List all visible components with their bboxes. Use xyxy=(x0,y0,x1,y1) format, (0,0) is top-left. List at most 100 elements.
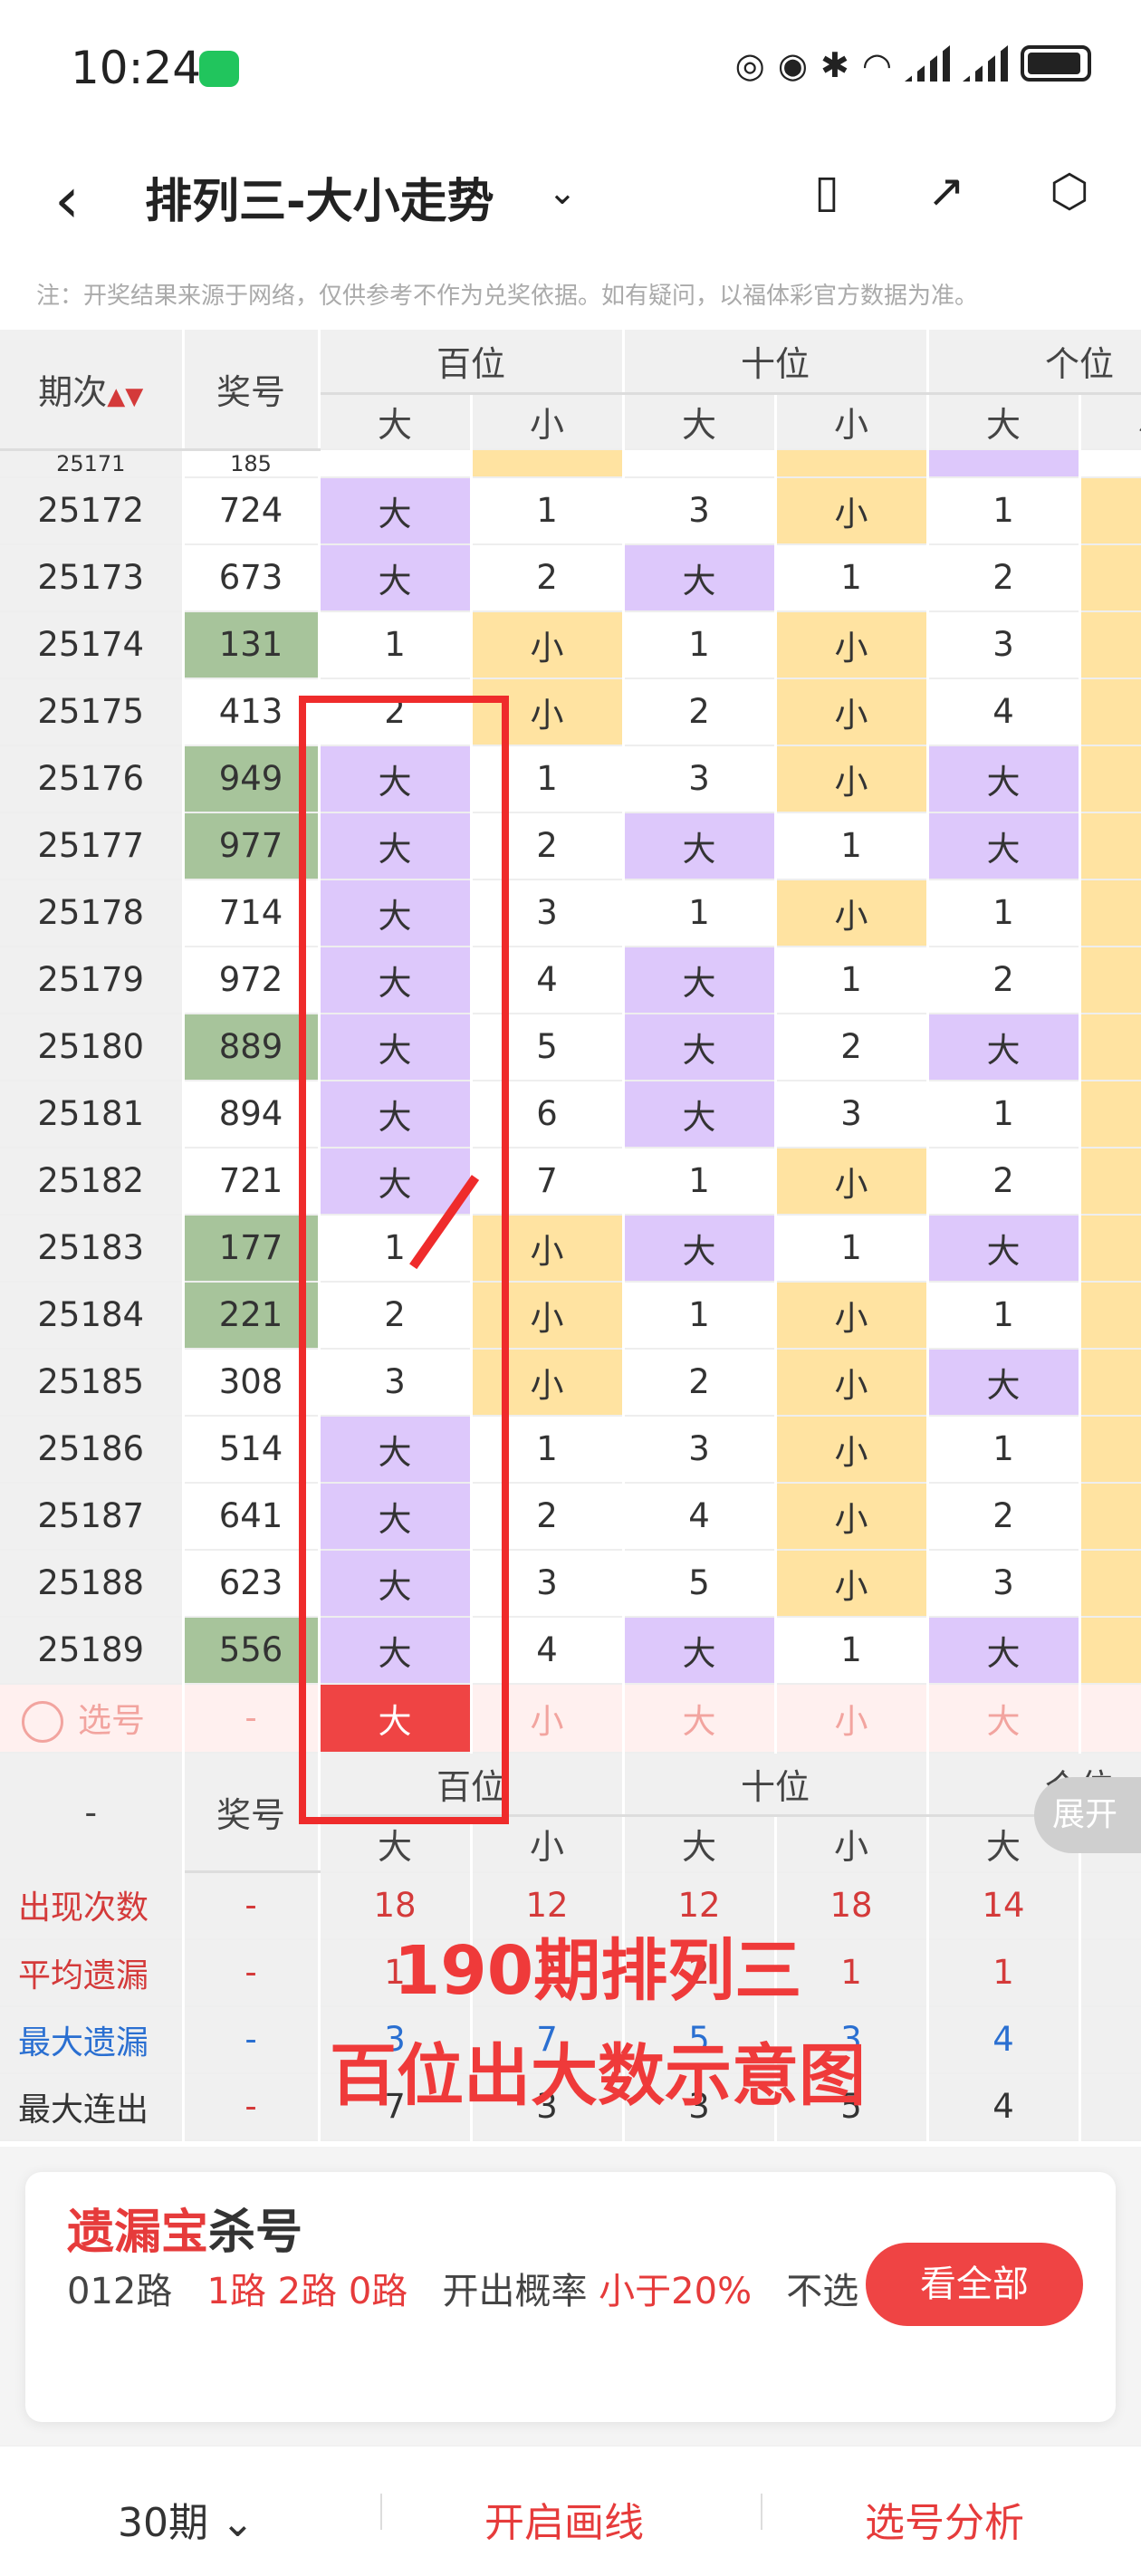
page-title[interactable]: 排列三-大小走势 xyxy=(145,163,494,231)
stat-value xyxy=(1079,1871,1141,1940)
share-icon[interactable]: ↗ xyxy=(920,165,973,217)
issue-cell: 25176 xyxy=(0,745,185,813)
draw-lines-button[interactable]: 开启画线 xyxy=(484,2490,644,2548)
number-cell: 673 xyxy=(183,543,321,612)
cell xyxy=(319,449,473,478)
chevron-down-icon[interactable]: ⌄ xyxy=(548,172,577,212)
trend-cell: 1 xyxy=(623,610,777,679)
trend-cell xyxy=(1079,476,1141,545)
trend-cell: 1 xyxy=(927,879,1081,947)
table-row: 25178 714 大 3 1 小 1 xyxy=(0,879,1141,947)
trend-cell: 大 xyxy=(927,1348,1081,1417)
trend-cell: 1 xyxy=(623,1147,777,1216)
trend-cell: 4 xyxy=(927,678,1081,746)
issue-header[interactable]: 期次▲▼ xyxy=(0,330,185,451)
cell xyxy=(623,449,777,478)
stat-label: 平均遗漏 xyxy=(0,1938,185,2007)
trend-cell: 1 xyxy=(471,476,625,545)
select-label[interactable]: 选号 xyxy=(78,1701,145,1740)
select-cell[interactable]: 选号 xyxy=(0,1683,185,1754)
period-selector[interactable]: 30期 ⌄ xyxy=(118,2490,254,2548)
trend-cell xyxy=(1079,879,1141,947)
battery-icon xyxy=(1021,45,1091,82)
bottom-bar: 30期 ⌄ 开启画线 选号分析 xyxy=(0,2446,1141,2576)
table-row: 25174 131 1 小 1 小 3 xyxy=(0,610,1141,679)
tens-header: 十位 xyxy=(623,330,929,395)
cell xyxy=(927,449,1081,478)
trend-cell: 2 xyxy=(927,946,1081,1014)
stat-label: 最大遗漏 xyxy=(0,2005,185,2074)
table-row: 25179 972 大 4 大 1 2 xyxy=(0,946,1141,1014)
trend-cell: 小 xyxy=(775,610,929,679)
trend-cell: 2 xyxy=(471,543,625,612)
trend-cell: 小 xyxy=(775,879,929,947)
table-row: 25173 673 大 2 大 1 2 xyxy=(0,543,1141,612)
cell xyxy=(775,449,929,478)
issue-cell: 25181 xyxy=(0,1080,185,1149)
trend-cell: 2 xyxy=(775,1013,929,1081)
trend-cell xyxy=(1079,543,1141,612)
settings-icon[interactable]: ⬡ xyxy=(1043,165,1096,217)
select-option-tens-small[interactable]: 小 xyxy=(775,1683,929,1754)
stat-value xyxy=(1079,2005,1141,2074)
nav-bar: ‹ 排列三-大小走势 ⌄ ▯ ↗ ⬡ xyxy=(0,136,1141,254)
footer-dash: - xyxy=(0,1752,185,1872)
eye-icon: ◉ xyxy=(777,45,808,85)
issue-cell: 25185 xyxy=(0,1348,185,1417)
cell xyxy=(471,449,625,478)
radio-circle-icon[interactable] xyxy=(22,1701,63,1744)
select-option-units-small[interactable] xyxy=(1079,1683,1141,1754)
card-line: 012路 1路 2路 0路 开出概率 小于20% 不选 xyxy=(67,2263,882,2321)
trend-cell: 1 xyxy=(775,946,929,1014)
card-tail: 不选 xyxy=(786,2271,859,2312)
trend-cell xyxy=(1079,1348,1141,1417)
bluetooth-icon: ✱ xyxy=(820,45,849,85)
trend-cell xyxy=(1079,812,1141,880)
issue-cell: 25187 xyxy=(0,1482,185,1551)
number-analysis-button[interactable]: 选号分析 xyxy=(865,2490,1024,2548)
trend-cell: 2 xyxy=(927,1147,1081,1216)
trend-cell: 2 xyxy=(623,678,777,746)
trend-cell: 2 xyxy=(927,1482,1081,1551)
divider xyxy=(761,2494,762,2530)
trend-cell: 1 xyxy=(927,476,1081,545)
trend-cell xyxy=(1079,1616,1141,1685)
trend-cell xyxy=(1079,1013,1141,1081)
trend-cell: 大 xyxy=(927,1616,1081,1685)
see-all-button[interactable]: 看全部 xyxy=(866,2243,1083,2326)
trend-cell: 大 xyxy=(319,476,473,545)
table-row: 25186 514 大 1 3 小 1 xyxy=(0,1415,1141,1484)
small-header: 小 xyxy=(775,393,929,450)
table-row: 25172 724 大 1 3 小 1 xyxy=(0,476,1141,545)
issue-cell: 25173 xyxy=(0,543,185,612)
trend-cell: 3 xyxy=(623,745,777,813)
stat-value: 4 xyxy=(927,2072,1081,2141)
back-arrow-icon[interactable]: ‹ xyxy=(54,163,80,237)
number-cell: 724 xyxy=(183,476,321,545)
status-bar: 10:24 ◎ ◉ ✱ ◠ xyxy=(0,0,1141,136)
trend-cell: 小 xyxy=(775,1281,929,1350)
trend-cell: 大 xyxy=(927,1013,1081,1081)
trend-cell: 1 xyxy=(927,1281,1081,1350)
trend-cell: 3 xyxy=(623,476,777,545)
select-option-units-big[interactable]: 大 xyxy=(927,1683,1081,1754)
table-row-partial: 25171 185 xyxy=(0,449,1141,478)
trend-cell: 1 xyxy=(775,812,929,880)
clock: 10:24 xyxy=(71,42,202,94)
card-title: 遗漏宝杀号 xyxy=(67,2194,302,2262)
overlay-line-1: 190期排列三 xyxy=(393,1932,802,2010)
wifi-icon: ◠ xyxy=(861,45,892,85)
small-header: 小 xyxy=(1079,393,1141,450)
issue-cell: 25189 xyxy=(0,1616,185,1685)
trend-cell: 小 xyxy=(471,610,625,679)
trend-cell: 大 xyxy=(623,543,777,612)
big-header: 大 xyxy=(623,1815,777,1873)
device-icon[interactable]: ▯ xyxy=(801,165,853,217)
trend-cell xyxy=(1079,1549,1141,1618)
signal-icon xyxy=(905,45,950,82)
stat-value xyxy=(1079,1938,1141,2007)
select-option-tens-big[interactable]: 大 xyxy=(623,1683,777,1754)
expand-button[interactable]: 展开 xyxy=(1034,1777,1141,1853)
cell xyxy=(1079,449,1141,478)
table-row: 25188 623 大 3 5 小 3 xyxy=(0,1549,1141,1618)
